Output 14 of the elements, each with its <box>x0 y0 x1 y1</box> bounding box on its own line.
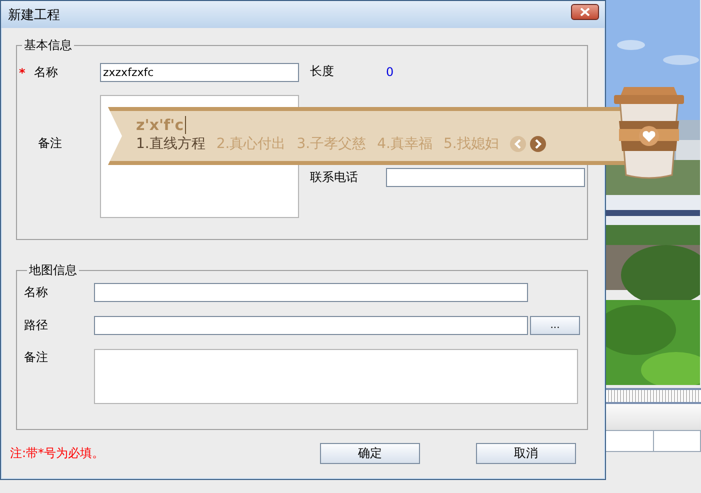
field-label: 路径 <box>24 317 49 334</box>
field-label: 名称 <box>34 64 58 81</box>
group-title: 基本信息 <box>23 37 73 54</box>
field-label: 名称 <box>24 284 49 301</box>
composition-text: z'x'f'c <box>136 116 186 134</box>
field-label: 联系电话 <box>310 169 359 186</box>
field-label: 备注 <box>38 135 62 152</box>
field-label: 长度 <box>310 63 335 80</box>
window-title: 新建工程 <box>8 6 60 24</box>
required-mark: * <box>19 66 26 80</box>
length-value: 0 <box>386 64 394 78</box>
group-title: 地图信息 <box>28 262 78 279</box>
field-label: 备注 <box>24 349 49 366</box>
required-note: 注:带*号为必填。 <box>10 445 106 462</box>
